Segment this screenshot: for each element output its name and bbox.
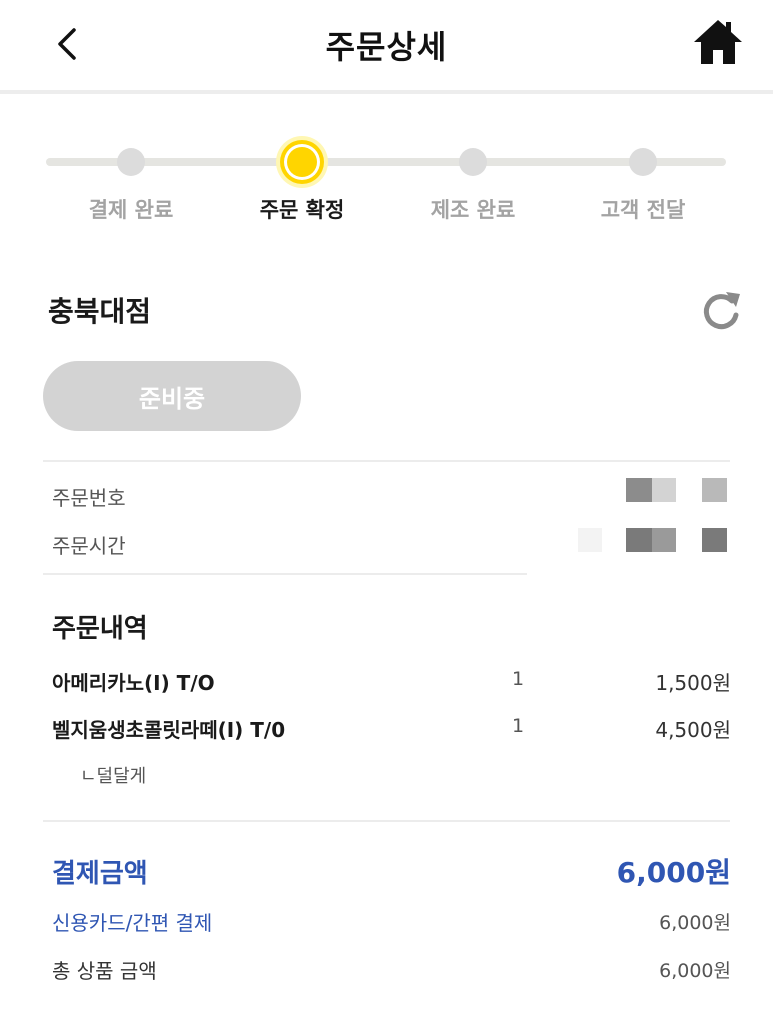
- divider: [43, 460, 730, 462]
- step-label-production-complete: 제조 완료: [430, 198, 516, 222]
- item-quantity: 1: [512, 715, 525, 737]
- store-name: 충북대점: [48, 295, 152, 328]
- item-option: ㄴ덜달게: [80, 766, 147, 787]
- item-price: 1,500원: [655, 671, 731, 695]
- home-icon: [694, 20, 742, 64]
- item-price: 4,500원: [655, 718, 731, 742]
- order-items-title: 주문내역: [52, 614, 148, 644]
- payment-total: 6,000원: [616, 856, 731, 889]
- step-label-order-confirmed: 주문 확정: [259, 198, 345, 222]
- page-title: 주문상세: [325, 28, 448, 66]
- order-number-redacted: [652, 478, 676, 502]
- refresh-button[interactable]: [698, 288, 744, 334]
- payment-amount-title: 결제금액: [52, 859, 148, 889]
- product-total-amount: 6,000원: [659, 960, 731, 982]
- step-dot-delivered: [629, 148, 657, 176]
- product-total-label: 총 상품 금액: [52, 959, 157, 983]
- order-time-label: 주문시간: [52, 534, 126, 558]
- item-quantity: 1: [512, 668, 525, 690]
- order-time-redacted: [652, 528, 676, 552]
- divider: [43, 820, 730, 822]
- order-status-button[interactable]: 준비중: [43, 361, 301, 431]
- order-progress: 결제 완료 주문 확정 제조 완료 고객 전달: [0, 130, 773, 230]
- divider: [43, 573, 527, 575]
- header: 주문상세: [0, 0, 773, 90]
- step-label-delivered: 고객 전달: [600, 198, 686, 222]
- order-number-label: 주문번호: [52, 486, 126, 510]
- order-number-redacted: [702, 478, 727, 502]
- item-name: 벨지움생초콜릿라떼(I) T/0: [52, 718, 286, 742]
- payment-method-amount: 6,000원: [659, 912, 731, 934]
- order-time-redacted: [578, 528, 602, 552]
- step-dot-production-complete: [459, 148, 487, 176]
- payment-method-label: 신용카드/간편 결제: [52, 911, 213, 935]
- refresh-icon: [703, 292, 740, 330]
- home-button[interactable]: [690, 16, 746, 68]
- step-dot-payment-complete: [117, 148, 145, 176]
- order-time-redacted: [702, 528, 727, 552]
- header-divider: [0, 90, 773, 94]
- progress-track: [46, 158, 726, 166]
- order-number-redacted: [626, 478, 652, 502]
- step-dot-order-confirmed: [276, 136, 328, 188]
- step-label-payment-complete: 결제 완료: [88, 198, 174, 222]
- item-name: 아메리카노(I) T/O: [52, 671, 215, 695]
- order-time-redacted: [626, 528, 652, 552]
